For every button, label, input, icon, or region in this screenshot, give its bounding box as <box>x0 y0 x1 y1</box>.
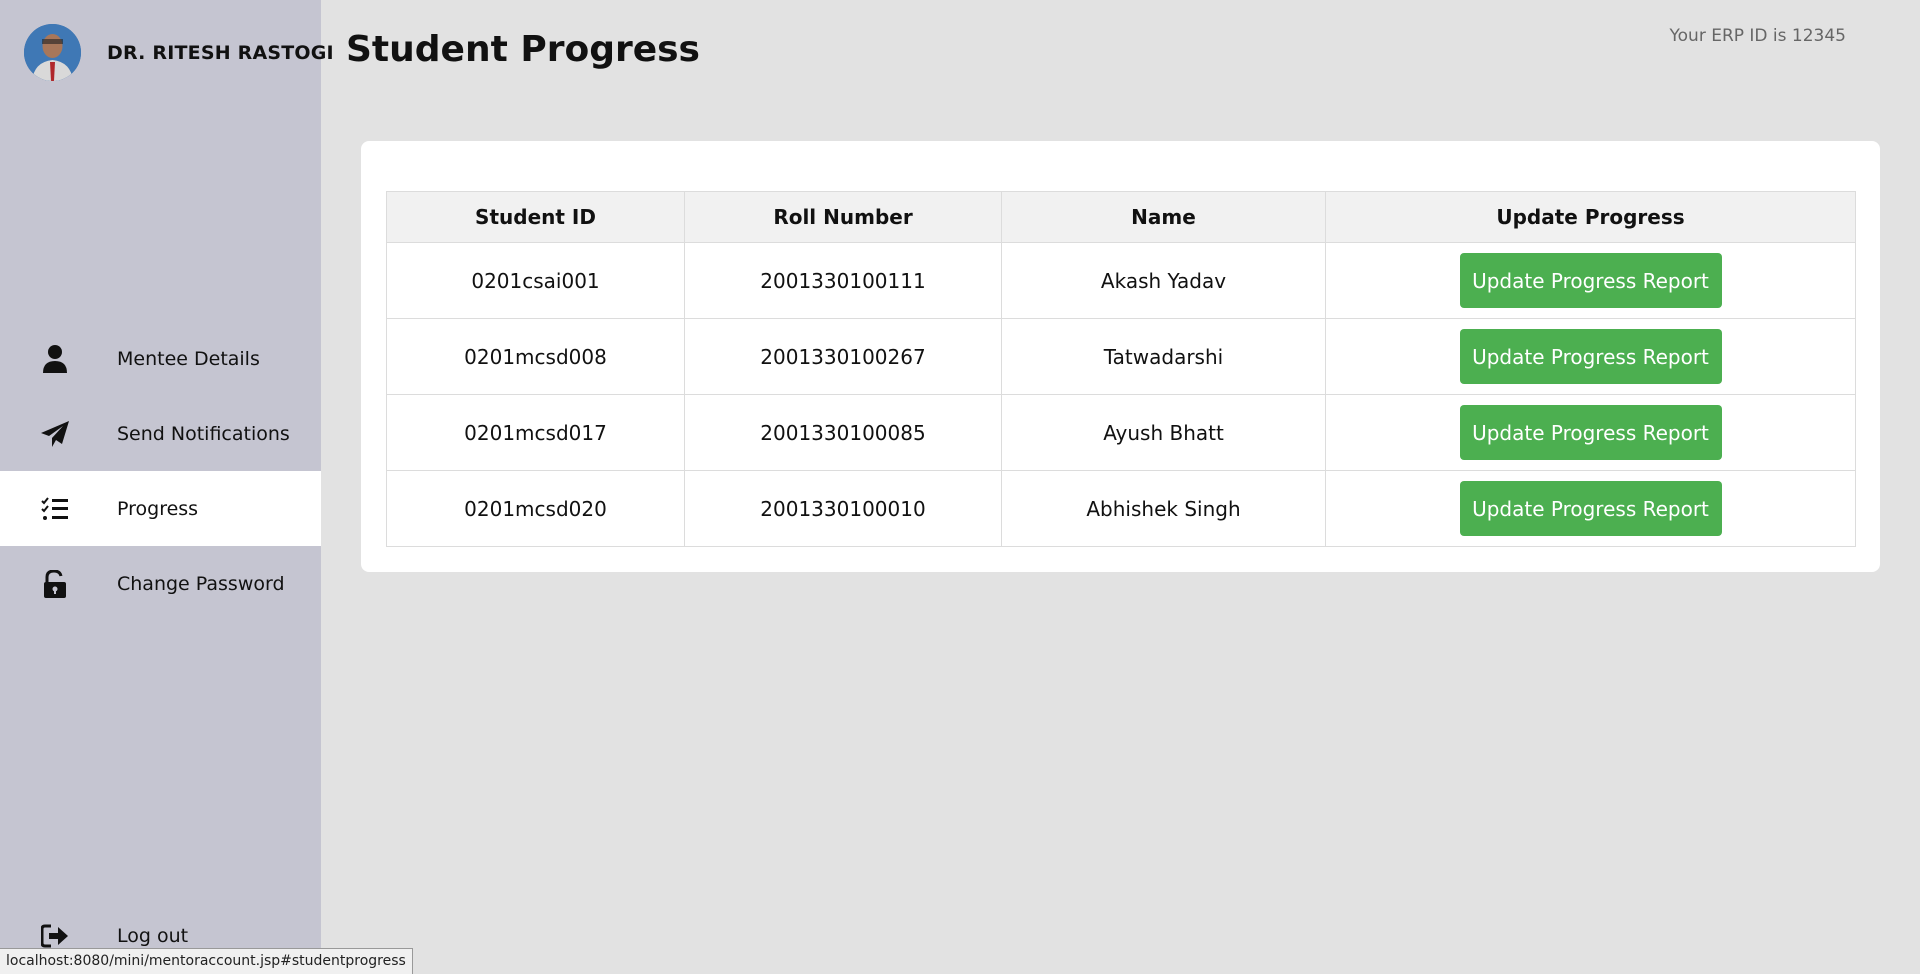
roll-number-cell: 2001330100085 <box>684 394 1002 471</box>
update-progress-report-button[interactable]: Update Progress Report <box>1459 253 1722 308</box>
column-header-roll-number: Roll Number <box>684 191 1002 243</box>
table-row: 0201mcsd008 2001330100267 Tatwadarshi Up… <box>386 318 1856 395</box>
roll-number-cell: 2001330100267 <box>684 318 1002 395</box>
sidebar-item-label: Mentee Details <box>117 347 260 370</box>
name-cell: Ayush Bhatt <box>1001 394 1326 471</box>
name-cell: Abhishek Singh <box>1001 470 1326 547</box>
update-progress-report-button[interactable]: Update Progress Report <box>1459 405 1722 460</box>
table-header-row: Student ID Roll Number Name Update Progr… <box>386 191 1856 243</box>
column-header-student-id: Student ID <box>386 191 685 243</box>
avatar <box>24 24 81 81</box>
sidebar-item-change-password[interactable]: Change Password <box>0 546 321 621</box>
unlock-icon <box>40 569 70 599</box>
sidebar-nav: Mentee Details Send Notifications Progre… <box>0 321 321 621</box>
profile: DR. RITESH RASTOGI <box>24 24 334 81</box>
column-header-update-progress: Update Progress <box>1325 191 1856 243</box>
action-cell: Update Progress Report <box>1325 318 1856 395</box>
table-row: 0201mcsd020 2001330100010 Abhishek Singh… <box>386 470 1856 547</box>
student-id-cell: 0201csai001 <box>386 242 685 319</box>
name-cell: Akash Yadav <box>1001 242 1326 319</box>
action-cell: Update Progress Report <box>1325 470 1856 547</box>
sidebar-item-label: Change Password <box>117 572 285 595</box>
sidebar-item-label: Progress <box>117 497 199 520</box>
update-progress-report-button[interactable]: Update Progress Report <box>1459 481 1722 536</box>
list-check-icon <box>40 494 70 524</box>
sidebar-item-label: Send Notifications <box>117 422 290 445</box>
page-title: Student Progress <box>346 29 700 70</box>
action-cell: Update Progress Report <box>1325 242 1856 319</box>
name-cell: Tatwadarshi <box>1001 318 1326 395</box>
logout-label: Log out <box>117 925 189 947</box>
roll-number-cell: 2001330100111 <box>684 242 1002 319</box>
table-row: 0201mcsd017 2001330100085 Ayush Bhatt Up… <box>386 394 1856 471</box>
student-id-cell: 0201mcsd017 <box>386 394 685 471</box>
sidebar-item-progress[interactable]: Progress <box>0 471 321 546</box>
paper-plane-icon <box>40 419 70 449</box>
user-icon <box>40 344 70 374</box>
erp-id-text: Your ERP ID is 12345 <box>1669 26 1846 46</box>
update-progress-report-button[interactable]: Update Progress Report <box>1459 329 1722 384</box>
column-header-name: Name <box>1001 191 1326 243</box>
student-id-cell: 0201mcsd008 <box>386 318 685 395</box>
student-id-cell: 0201mcsd020 <box>386 470 685 547</box>
action-cell: Update Progress Report <box>1325 394 1856 471</box>
table-row: 0201csai001 2001330100111 Akash Yadav Up… <box>386 242 1856 319</box>
progress-card: Student ID Roll Number Name Update Progr… <box>361 141 1880 572</box>
sign-out-icon <box>40 921 70 951</box>
status-bar-url: localhost:8080/mini/mentoraccount.jsp#st… <box>0 948 413 974</box>
sidebar: DR. RITESH RASTOGI Mentee Details Send N… <box>0 0 334 974</box>
student-progress-table: Student ID Roll Number Name Update Progr… <box>386 191 1856 547</box>
sidebar-item-mentee-details[interactable]: Mentee Details <box>0 321 321 396</box>
sidebar-item-send-notifications[interactable]: Send Notifications <box>0 396 321 471</box>
roll-number-cell: 2001330100010 <box>684 470 1002 547</box>
profile-name: DR. RITESH RASTOGI <box>107 41 334 64</box>
